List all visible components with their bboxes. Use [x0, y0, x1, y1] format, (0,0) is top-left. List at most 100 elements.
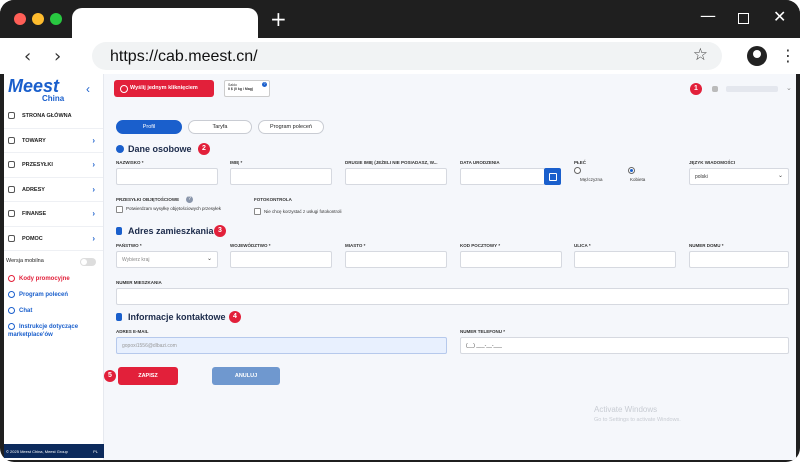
chevron-down-icon: ⌄: [206, 256, 212, 262]
apartment-label: NUMER MIESZKANIA: [116, 280, 162, 285]
person-icon: [116, 145, 124, 153]
marketplace-instructions-link[interactable]: Instrukcje dotyczące marketplace'ów: [8, 323, 98, 339]
main-content: Wyślij jednym kliknięciem Saldo 0 $ (0 k…: [104, 74, 796, 460]
url-text[interactable]: https://cab.meest.cn/: [110, 48, 258, 66]
minimize-window-dot-icon[interactable]: [32, 13, 44, 25]
step-badge-3: 3: [214, 225, 226, 237]
gender-female-label: Kobieta: [630, 177, 646, 182]
profile-avatar-icon[interactable]: [747, 46, 767, 66]
sidebar-menu: STRONA GŁÓWNA TOWARY › PRZESYŁKI › ADRES…: [4, 104, 103, 251]
province-label: WOJEWÓDZTWO *: [230, 243, 271, 248]
collapse-sidebar-chevron-icon[interactable]: ‹: [86, 82, 90, 96]
bookmark-star-icon[interactable]: ☆: [693, 45, 708, 65]
discount-icon: [8, 275, 15, 282]
sidebar-item-label: PRZESYŁKI: [22, 162, 53, 168]
new-tab-plus-icon[interactable]: +: [270, 9, 287, 29]
language-label: JĘZYK WIADOMOŚCI: [689, 160, 736, 165]
link-label: Chat: [19, 308, 33, 315]
sidebar-item-home[interactable]: STRONA GŁÓWNA: [4, 104, 103, 129]
window-maximize-icon[interactable]: [738, 13, 749, 24]
cancel-button[interactable]: ANULUJ: [212, 367, 280, 385]
chat-link[interactable]: Chat: [8, 307, 32, 314]
street-label: ULICA *: [574, 243, 591, 248]
browser-menu-icon[interactable]: ⋮: [780, 46, 796, 65]
language-select[interactable]: polski ⌄: [689, 168, 789, 185]
chevron-right-icon: ›: [92, 209, 95, 218]
back-arrow-icon[interactable]: ‹: [24, 46, 31, 67]
email-field[interactable]: gopoxi1556@dlbazi.com: [116, 337, 447, 354]
country-select[interactable]: Wybierz kraj ⌄: [116, 251, 218, 268]
city-label: MIASTO *: [345, 243, 366, 248]
postcode-input[interactable]: [460, 251, 562, 268]
bell-icon[interactable]: [712, 86, 718, 92]
location-pin-icon: [8, 185, 15, 193]
link-label: Instrukcje dotyczące marketplace'ów: [8, 324, 79, 339]
photo-control-checkbox[interactable]: [254, 208, 261, 215]
chevron-right-icon: ›: [92, 135, 95, 145]
forward-arrow-icon[interactable]: ›: [54, 46, 61, 67]
step-badge-4: 4: [229, 311, 241, 323]
sidebar-item-label: FINANSE: [22, 211, 47, 217]
save-button[interactable]: ZAPISZ: [118, 367, 178, 385]
tab-tariff[interactable]: Taryfa: [188, 120, 252, 134]
calendar-icon[interactable]: [544, 168, 561, 185]
sidebar-item-label: STRONA GŁÓWNA: [22, 113, 72, 119]
step-badge-2: 2: [198, 143, 210, 155]
phone-field[interactable]: (__) ___-__-___: [460, 337, 789, 354]
mobile-version-toggle[interactable]: [80, 258, 96, 266]
sidebar-item-label: TOWARY: [22, 137, 46, 144]
sidebar-item-finance[interactable]: FINANSE ›: [4, 202, 103, 227]
user-menu[interactable]: 1 ⌄: [688, 82, 794, 96]
name-input[interactable]: [230, 168, 332, 185]
referral-program-link[interactable]: Program poleceń: [8, 291, 68, 298]
province-input[interactable]: [230, 251, 332, 268]
sidebar-footer: © 2025 Meest China, Meest Group PL: [4, 444, 104, 458]
surname-input[interactable]: [116, 168, 218, 185]
sidebar-item-parcels[interactable]: PRZESYŁKI ›: [4, 153, 103, 178]
gender-male-radio[interactable]: [574, 167, 581, 174]
section-title-personal: Dane osobowe: [128, 144, 192, 154]
sidebar-item-label: POMOC: [22, 235, 43, 242]
question-icon[interactable]: ?: [262, 82, 267, 87]
copyright-text: © 2025 Meest China, Meest Group: [6, 449, 68, 454]
middle-name-input[interactable]: [345, 168, 447, 185]
browser-tab[interactable]: [72, 8, 258, 38]
maximize-window-dot-icon[interactable]: [50, 13, 62, 25]
sidebar-item-help[interactable]: POMOC ›: [4, 227, 103, 251]
window-close-icon[interactable]: ✕: [773, 7, 786, 26]
url-field[interactable]: https://cab.meest.cn/ ☆: [92, 42, 722, 70]
sidebar: Meest China ‹ STRONA GŁÓWNA TOWARY › PRZ…: [4, 74, 104, 460]
birth-date-input[interactable]: [460, 168, 545, 185]
tab-referral[interactable]: Program poleceń: [258, 120, 324, 134]
close-window-dot-icon[interactable]: [14, 13, 26, 25]
sidebar-item-goods[interactable]: TOWARY ›: [4, 129, 103, 153]
gender-male-label: Mężczyzna: [580, 177, 603, 182]
apartment-input[interactable]: [116, 288, 789, 305]
city-input[interactable]: [345, 251, 447, 268]
tab-profile[interactable]: Profil: [116, 120, 182, 134]
language-switcher[interactable]: PL: [93, 449, 98, 454]
app-viewport: Meest China ‹ STRONA GŁÓWNA TOWARY › PRZ…: [4, 74, 796, 460]
street-input[interactable]: [574, 251, 676, 268]
balance-value: 0 $ (0 kg / Mag): [228, 87, 254, 91]
photo-control-text: Nie chcę korzystać z usługi fotokontroli: [264, 209, 342, 214]
house-number-input[interactable]: [689, 251, 789, 268]
country-label: PAŃSTWO *: [116, 243, 142, 248]
balance-widget: Saldo 0 $ (0 kg / Mag) ?: [224, 80, 270, 97]
help-icon[interactable]: ?: [186, 196, 193, 203]
sidebar-item-label: ADRESY: [22, 186, 45, 193]
gender-female-radio[interactable]: [628, 167, 635, 174]
sidebar-item-addresses[interactable]: ADRESY ›: [4, 178, 103, 202]
link-label: Program poleceń: [19, 292, 69, 299]
send-one-click-button[interactable]: Wyślij jednym kliknięciem: [114, 80, 214, 97]
bulky-checkbox[interactable]: [116, 206, 123, 213]
link-label: Kody promocyjne: [19, 276, 70, 283]
country-placeholder: Wybierz kraj: [122, 257, 150, 263]
window-minimize-icon[interactable]: —: [700, 6, 716, 25]
book-icon: [8, 323, 15, 330]
chevron-down-icon[interactable]: ⌄: [786, 84, 792, 92]
address-bar: ‹ › https://cab.meest.cn/ ☆ ⋮: [0, 38, 800, 74]
promo-codes-link[interactable]: Kody promocyjne: [8, 275, 70, 282]
chevron-right-icon: ›: [92, 233, 95, 243]
browser-tabbar: + — ✕: [0, 0, 800, 38]
